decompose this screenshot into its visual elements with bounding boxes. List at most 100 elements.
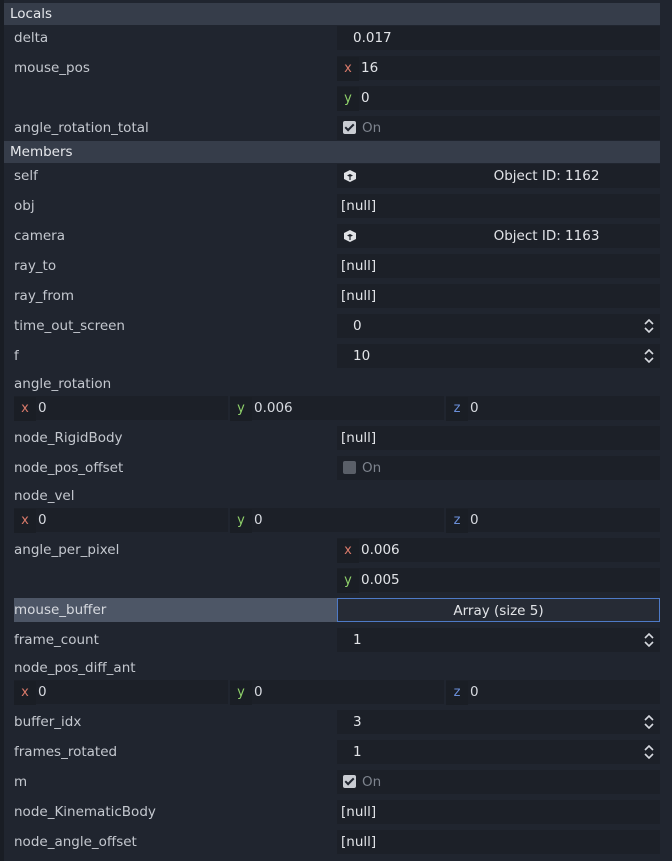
z-axis-label: z: [446, 397, 468, 421]
frame-count-spinbox[interactable]: 1: [337, 628, 660, 652]
angle-rotation-total-label: angle_rotation_total: [14, 120, 149, 136]
buffer-idx-value: 3: [353, 714, 362, 730]
angle-rotation-z-field[interactable]: z0: [446, 396, 660, 421]
checkbox-checked-icon: [343, 121, 356, 134]
self-label: self: [14, 168, 38, 184]
mouse-pos-x-value: 16: [361, 60, 379, 76]
self-object-id: Object ID: 1162: [493, 168, 600, 184]
angle-per-pixel-y-value: 0.005: [361, 572, 400, 588]
node-vel-vector: x0 y0 z0: [14, 508, 660, 533]
f-label: f: [14, 348, 19, 364]
node-angle-offset-value[interactable]: [null]: [337, 830, 660, 854]
spinner-arrows-icon[interactable]: [644, 715, 654, 729]
time-out-screen-value: 0: [353, 318, 362, 334]
node-pos-diff-ant-z-value: 0: [470, 684, 479, 700]
mouse-pos-y-field[interactable]: y0: [337, 86, 660, 111]
node-pos-diff-ant-y-field[interactable]: y0: [230, 680, 444, 705]
x-axis-label: x: [14, 681, 36, 705]
angle-per-pixel-x-value: 0.006: [361, 542, 400, 558]
spinner-arrows-icon[interactable]: [644, 319, 654, 333]
node-vel-z-field[interactable]: z0: [446, 508, 660, 533]
angle-per-pixel-label: angle_per_pixel: [14, 542, 120, 558]
ray-to-value[interactable]: [null]: [337, 254, 660, 278]
node-pos-diff-ant-x-value: 0: [38, 684, 47, 700]
obj-value[interactable]: [null]: [337, 194, 660, 218]
y-axis-label: y: [337, 87, 359, 111]
buffer-idx-spinbox[interactable]: 3: [337, 710, 660, 734]
node-vel-y-value: 0: [254, 512, 263, 528]
self-value[interactable]: Object ID: 1162: [337, 164, 660, 188]
angle-rotation-total-value: On: [362, 120, 382, 136]
angle-per-pixel-x-field[interactable]: x 0.006: [337, 538, 660, 563]
x-axis-label: x: [14, 397, 36, 421]
y-axis-label: y: [230, 397, 252, 421]
delta-value[interactable]: 0.017: [337, 26, 660, 50]
frames-rotated-value: 1: [353, 744, 362, 760]
x-axis-label: x: [337, 539, 359, 563]
time-out-screen-label: time_out_screen: [14, 318, 125, 334]
node-rigidbody-label: node_RigidBody: [14, 430, 123, 446]
spinner-arrows-icon[interactable]: [644, 349, 654, 363]
ray-to-label: ray_to: [14, 258, 57, 274]
angle-rotation-x-field[interactable]: x0: [14, 396, 228, 421]
node-vel-z-value: 0: [470, 512, 479, 528]
checkbox-checked-icon: [343, 775, 356, 788]
checkbox-unchecked-icon: [343, 461, 356, 474]
m-checkbox[interactable]: On: [337, 770, 660, 794]
angle-per-pixel-y-field[interactable]: y 0.005: [337, 568, 660, 593]
camera-object-id: Object ID: 1163: [493, 228, 600, 244]
node-vel-x-value: 0: [38, 512, 47, 528]
delta-label: delta: [14, 30, 49, 46]
node-pos-diff-ant-x-field[interactable]: x0: [14, 680, 228, 705]
angle-rotation-vector: x0 y 0.006 z0: [14, 396, 660, 421]
node-pos-diff-ant-z-field[interactable]: z0: [446, 680, 660, 705]
angle-rotation-z-value: 0: [470, 400, 479, 416]
y-axis-label: y: [337, 569, 359, 593]
node-pos-diff-ant-label: node_pos_diff_ant: [14, 660, 136, 676]
node-vel-y-field[interactable]: y0: [230, 508, 444, 533]
z-axis-label: z: [446, 509, 468, 533]
f-value: 10: [353, 348, 371, 364]
frames-rotated-label: frames_rotated: [14, 744, 118, 760]
camera-value[interactable]: Object ID: 1163: [337, 224, 660, 248]
node-vel-label: node_vel: [14, 488, 75, 504]
node-pos-offset-checkbox[interactable]: On: [337, 456, 660, 480]
y-axis-label: y: [230, 681, 252, 705]
buffer-idx-label: buffer_idx: [14, 714, 82, 730]
node-pos-diff-ant-y-value: 0: [254, 684, 263, 700]
frames-rotated-spinbox[interactable]: 1: [337, 740, 660, 764]
node-kinematicbody-label: node_KinematicBody: [14, 804, 156, 820]
node-rigidbody-value[interactable]: [null]: [337, 426, 660, 450]
angle-rotation-y-field[interactable]: y 0.006: [230, 396, 444, 421]
frame-count-value: 1: [353, 632, 362, 648]
ray-from-label: ray_from: [14, 288, 74, 304]
ray-from-value[interactable]: [null]: [337, 284, 660, 308]
obj-label: obj: [14, 198, 35, 214]
node-kinematicbody-value[interactable]: [null]: [337, 800, 660, 824]
members-section-header[interactable]: Members: [4, 141, 660, 163]
node-vel-x-field[interactable]: x0: [14, 508, 228, 533]
node-pos-offset-label: node_pos_offset: [14, 460, 124, 476]
node-pos-offset-value: On: [362, 460, 382, 476]
mouse-pos-y-value: 0: [361, 90, 370, 106]
mouse-pos-x-field[interactable]: x 16: [337, 56, 660, 81]
frame-count-label: frame_count: [14, 632, 99, 648]
node-pos-diff-ant-vector: x0 y0 z0: [14, 680, 660, 705]
spinner-arrows-icon[interactable]: [644, 745, 654, 759]
spinner-arrows-icon[interactable]: [644, 633, 654, 647]
mouse-buffer-array-button[interactable]: Array (size 5): [337, 598, 660, 622]
locals-section-header[interactable]: Locals: [4, 3, 660, 25]
time-out-screen-spinbox[interactable]: 0: [337, 314, 660, 338]
x-axis-label: x: [14, 509, 36, 533]
angle-rotation-total-checkbox[interactable]: On: [337, 116, 660, 140]
z-axis-label: z: [446, 681, 468, 705]
mouse-buffer-label: mouse_buffer: [14, 598, 338, 622]
angle-rotation-label: angle_rotation: [14, 376, 112, 392]
angle-rotation-y-value: 0.006: [254, 400, 293, 416]
y-axis-label: y: [230, 509, 252, 533]
angle-rotation-x-value: 0: [38, 400, 47, 416]
m-value: On: [362, 774, 382, 790]
left-border: [0, 0, 4, 861]
f-spinbox[interactable]: 10: [337, 344, 660, 368]
m-label: m: [14, 774, 28, 790]
